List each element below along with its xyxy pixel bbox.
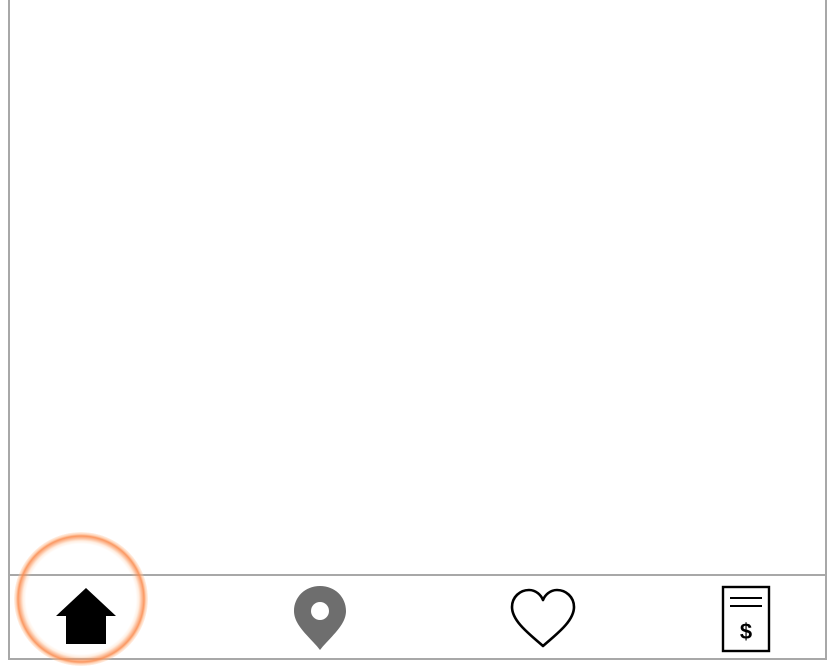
tab-favorites[interactable] — [478, 576, 608, 658]
phone-frame: $ — [8, 0, 827, 660]
tab-home[interactable] — [20, 576, 150, 658]
map-pin-icon — [294, 586, 346, 650]
heart-outline-icon — [510, 588, 576, 648]
tab-bills[interactable]: $ — [684, 576, 814, 658]
receipt-dollar-icon: $ — [721, 585, 771, 653]
app-screen: $ — [0, 0, 837, 669]
tab-location[interactable] — [256, 576, 386, 658]
home-icon — [56, 588, 116, 644]
bottom-tab-bar: $ — [10, 574, 825, 658]
content-area — [10, 0, 825, 576]
dollar-sign: $ — [740, 619, 752, 644]
